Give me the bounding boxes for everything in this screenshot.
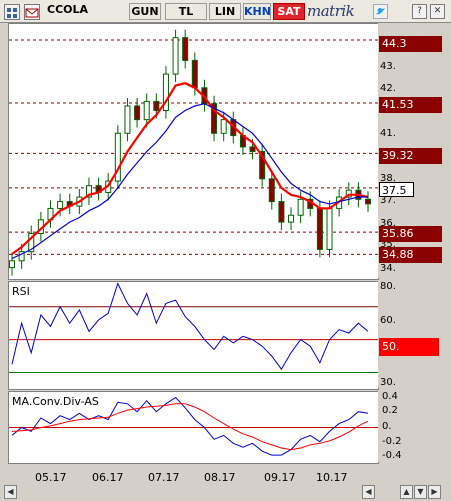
candle-body xyxy=(278,201,285,223)
price-tick: 43. xyxy=(380,61,396,72)
macd-tick: -0.2 xyxy=(382,436,402,447)
candle-body xyxy=(191,59,198,89)
candle-body xyxy=(57,201,64,209)
khn-button[interactable]: KHN xyxy=(243,3,271,20)
current-price-box: 37.5 xyxy=(379,182,414,197)
bottom-bar: ◀ ◀ ▲ ▼ ▶ xyxy=(0,483,451,501)
level-box: 35.86 xyxy=(379,226,442,242)
rsi-tick: 80. xyxy=(380,281,396,292)
level-box: 39.32 xyxy=(379,148,442,164)
zoom-out-icon[interactable]: ▼ xyxy=(414,485,427,499)
candle-body xyxy=(297,198,304,216)
price-tick: 34. xyxy=(380,263,396,274)
close-icon[interactable]: ✕ xyxy=(430,4,445,19)
moving-average-slow xyxy=(11,103,368,260)
candle-body xyxy=(124,105,131,134)
scale-linear-button[interactable]: LIN xyxy=(209,3,241,20)
level-box: 44.3 xyxy=(379,36,442,52)
rsi-chart[interactable] xyxy=(9,282,378,389)
candle-body xyxy=(220,119,227,134)
scroll-right-icon[interactable]: ▶ xyxy=(428,485,441,499)
level-box: 41.53 xyxy=(379,97,442,113)
macd-signal-line xyxy=(11,403,369,451)
chart-window: CCOLA GUN TL LIN KHN SAT matrik ? ✕ 43. … xyxy=(0,0,451,501)
candle-body xyxy=(316,207,323,250)
currency-tl-button[interactable]: TL xyxy=(165,3,207,20)
rsi-tick: 30. xyxy=(380,377,396,388)
price-tick: 41. xyxy=(380,128,396,139)
candle-body xyxy=(9,260,15,269)
period-daily-button[interactable]: GUN xyxy=(129,3,161,20)
symbol-label[interactable]: CCOLA xyxy=(47,3,88,16)
help-icon[interactable]: ? xyxy=(412,4,427,19)
candle-body xyxy=(288,214,295,223)
candle-body xyxy=(153,100,160,112)
mail-icon[interactable] xyxy=(24,4,40,20)
zoom-in-icon[interactable]: ▲ xyxy=(400,485,413,499)
macd-tick: -0.4 xyxy=(382,450,402,461)
price-chart[interactable] xyxy=(9,24,378,279)
rsi-title: RSI xyxy=(12,285,30,298)
scroll-left-icon[interactable]: ◀ xyxy=(362,485,375,499)
macd-axis: 0.4 0.2 0. -0.2 -0.4 xyxy=(378,391,451,462)
twitter-icon[interactable] xyxy=(373,4,388,19)
macd-panel[interactable]: MA.Conv.Div-AS xyxy=(8,391,379,464)
macd-title: MA.Conv.Div-AS xyxy=(12,395,99,408)
scroll-first-icon[interactable]: ◀ xyxy=(4,485,17,499)
macd-tick: 0. xyxy=(382,421,392,432)
macd-tick: 0.2 xyxy=(382,405,398,416)
price-tick: 42. xyxy=(380,83,396,94)
candle-body xyxy=(143,100,150,121)
candle-body xyxy=(249,146,256,152)
candle-body xyxy=(326,207,333,250)
candle-body xyxy=(134,105,141,121)
rsi-tick: 60. xyxy=(380,315,396,326)
toolbar: CCOLA GUN TL LIN KHN SAT matrik ? ✕ xyxy=(0,0,451,23)
candle-body xyxy=(172,37,179,75)
price-panel[interactable] xyxy=(8,23,379,280)
level-box: 34.88 xyxy=(379,247,442,263)
candle-body xyxy=(268,178,275,203)
grid-icon[interactable] xyxy=(4,4,20,20)
candle-body xyxy=(182,37,189,61)
rsi-axis: 80. 60. 30. xyxy=(378,281,451,388)
rsi-highlight-box: 50. xyxy=(379,338,439,356)
sell-button[interactable]: SAT xyxy=(273,3,305,20)
candle-body xyxy=(365,198,371,205)
macd-tick: 0.4 xyxy=(382,391,398,402)
rsi-line xyxy=(11,282,369,371)
matrik-logo: matrik xyxy=(307,2,355,20)
rsi-panel[interactable]: RSI xyxy=(8,281,379,390)
